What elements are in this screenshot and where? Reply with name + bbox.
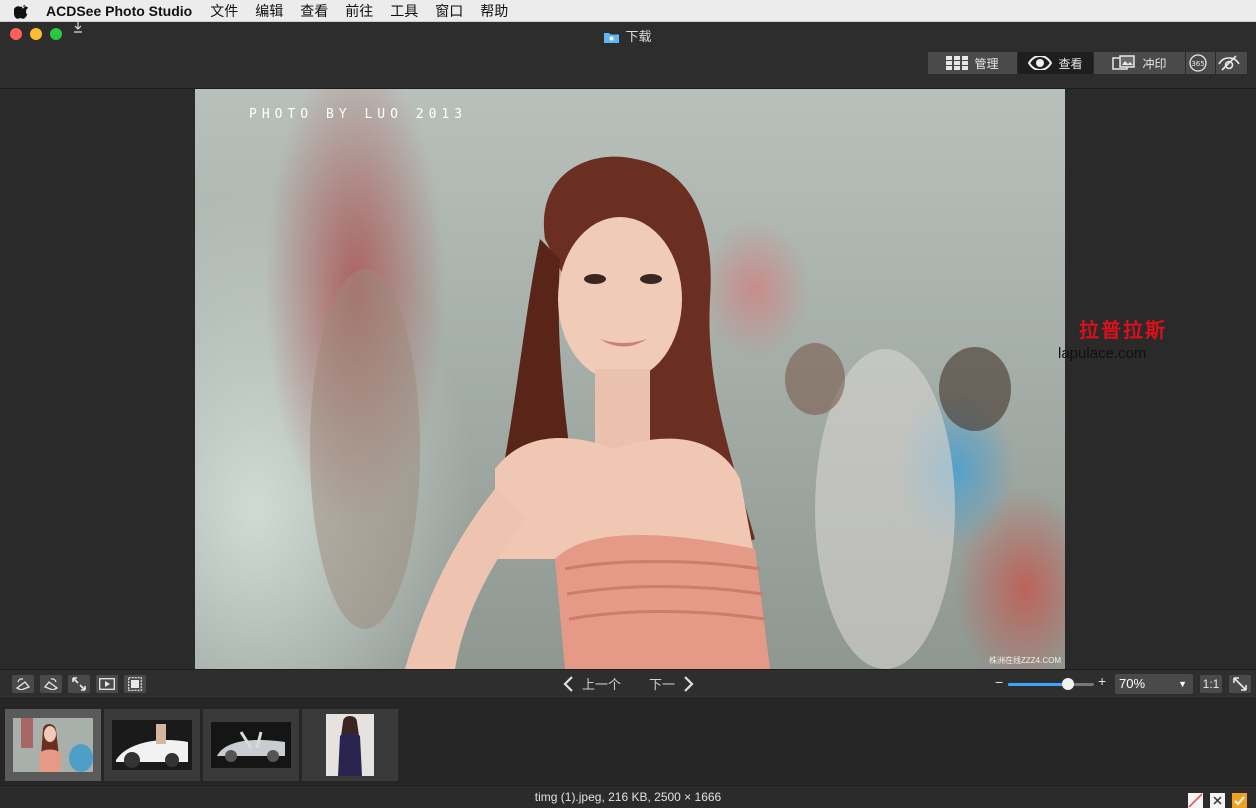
menu-edit[interactable]: 编辑 [255, 1, 283, 21]
viewer-toolbar: 上一个 下一 − + 70% ▼ 1:1 [0, 669, 1256, 699]
fullscreen-button[interactable] [68, 675, 90, 693]
filmstrip-thumbnail-4[interactable] [302, 709, 398, 781]
menu-go[interactable]: 前往 [345, 1, 373, 21]
rotate-right-icon [43, 678, 59, 690]
zoom-level-select[interactable]: 70% ▼ [1115, 674, 1193, 694]
apple-menu-icon[interactable] [14, 3, 30, 19]
close-x-icon[interactable] [1210, 793, 1225, 808]
filmstrip-toggle-button[interactable] [124, 675, 146, 693]
manage-mode-button[interactable]: 管理 [928, 52, 1018, 74]
expand-icon [72, 677, 86, 691]
view-mode-button[interactable]: 查看 [1018, 52, 1094, 74]
photo-watermark-bottom: 株洲在线ZZZ4.COM [989, 656, 1061, 665]
zoom-slider-fill [1008, 683, 1068, 686]
eye-icon [1028, 56, 1053, 70]
thumbnail-image-2 [112, 720, 192, 770]
develop-mode-label: 冲印 [1142, 56, 1167, 71]
play-icon [99, 678, 115, 690]
menu-tools[interactable]: 工具 [390, 1, 418, 21]
window-title-text: 下载 [625, 29, 652, 44]
fit-to-window-button[interactable] [1229, 675, 1251, 693]
rotate-left-icon [15, 678, 31, 690]
dashboard-eye-icon [1217, 55, 1240, 71]
next-button[interactable]: 下一 [649, 674, 675, 693]
filmstrip-icon [128, 677, 142, 691]
window-title: 下载 [0, 26, 1256, 45]
actual-size-button[interactable]: 1:1 [1200, 675, 1222, 693]
manage-mode-label: 管理 [974, 56, 999, 71]
rotate-left-button[interactable] [12, 675, 34, 693]
menu-window[interactable]: 窗口 [435, 1, 463, 21]
filmstrip-thumbnail-3[interactable] [203, 709, 299, 781]
dropdown-arrow-icon: ▼ [1178, 679, 1187, 689]
zoom-in-button[interactable]: + [1098, 673, 1106, 689]
previous-button[interactable]: 上一个 [582, 674, 621, 693]
image-navigation: 上一个 下一 [562, 674, 695, 693]
mode-switcher: 管理 查看 冲印 365 [928, 52, 1248, 74]
folder-icon [604, 33, 620, 43]
site-stamp-chinese: 拉普拉斯 [1079, 318, 1167, 342]
site-stamp-url: lapulace.com [1058, 345, 1147, 362]
develop-icon [1112, 55, 1136, 70]
menu-bar: ACDSee Photo Studio 文件 编辑 查看 前往 工具 窗口 帮助 [0, 0, 1256, 22]
zoom-out-button[interactable]: − [995, 674, 1003, 690]
grid-icon [946, 56, 969, 70]
mouse-cursor-icon [74, 21, 82, 33]
chevron-right-icon[interactable] [683, 675, 695, 692]
thumbnail-image-1 [13, 718, 93, 772]
window-titlebar: 下载 管理 查看 冲印 365 [0, 22, 1256, 89]
svg-text:365: 365 [1191, 60, 1204, 68]
fit-window-icon [1233, 677, 1247, 691]
menu-file[interactable]: 文件 [210, 1, 238, 21]
thumbnail-image-4 [326, 714, 374, 776]
file-info-text: timg (1).jpeg, 216 KB, 2500 × 1666 [534, 790, 722, 804]
accept-checkmark-icon[interactable] [1232, 793, 1247, 808]
chevron-left-icon[interactable] [562, 675, 574, 692]
zoom-slider[interactable] [1008, 678, 1094, 690]
365-icon: 365 [1188, 54, 1207, 72]
menu-help[interactable]: 帮助 [480, 1, 508, 21]
zoom-slider-knob[interactable] [1062, 678, 1074, 690]
view-mode-label: 查看 [1058, 56, 1083, 71]
reject-flag-icon[interactable] [1188, 793, 1203, 808]
slideshow-button[interactable] [96, 675, 118, 693]
status-bar: timg (1).jpeg, 216 KB, 2500 × 1666 [0, 785, 1256, 808]
develop-mode-button[interactable]: 冲印 [1094, 52, 1186, 74]
photo-content [310, 156, 1011, 669]
main-photo[interactable]: PHOTO BY LUO 2013 株洲在线ZZZ4.COM [195, 89, 1065, 669]
zoom-level-value: 70% [1119, 676, 1146, 691]
365-button[interactable]: 365 [1186, 52, 1216, 74]
filmstrip-thumbnail-1[interactable] [5, 709, 101, 781]
image-viewer[interactable]: PHOTO BY LUO 2013 株洲在线ZZZ4.COM 拉普拉斯 lapu… [0, 89, 1256, 669]
rotate-right-button[interactable] [40, 675, 62, 693]
filmstrip [0, 699, 1256, 785]
app-menu[interactable]: ACDSee Photo Studio [46, 3, 192, 19]
thumbnail-image-3 [211, 722, 291, 768]
photo-watermark-top: PHOTO BY LUO 2013 [249, 107, 468, 122]
filmstrip-thumbnail-2[interactable] [104, 709, 200, 781]
dashboard-button[interactable] [1216, 52, 1248, 74]
site-stamp: 拉普拉斯 lapulace.com [1058, 314, 1188, 362]
menu-view[interactable]: 查看 [300, 1, 328, 21]
